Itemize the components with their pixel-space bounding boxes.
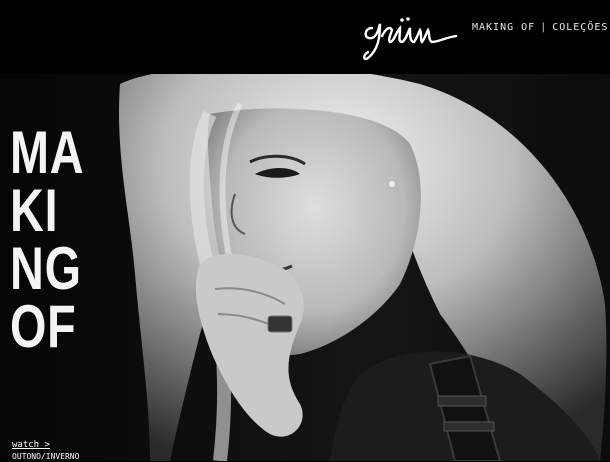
- hero-title: MA KI NG OF: [10, 119, 104, 360]
- watch-block: watch > OUTONO/INVERNO: [12, 440, 79, 462]
- hero-title-line: NG: [10, 235, 82, 302]
- nav-divider: |: [540, 21, 548, 33]
- brand-logo[interactable]: [360, 6, 470, 64]
- collection-label: OUTONO/INVERNO: [12, 452, 80, 461]
- nav-making-of[interactable]: MAKING OF: [472, 22, 535, 33]
- hero-title-line: OF: [10, 293, 77, 360]
- watch-link[interactable]: watch >: [12, 440, 79, 451]
- hero-title-line: MA: [10, 119, 85, 186]
- main-nav: MAKING OF | COLEÇÕES |: [472, 20, 610, 34]
- top-header: MAKING OF | COLEÇÕES |: [0, 0, 610, 74]
- hero-title-line: KI: [10, 177, 59, 244]
- nav-colecoes[interactable]: COLEÇÕES: [552, 22, 608, 33]
